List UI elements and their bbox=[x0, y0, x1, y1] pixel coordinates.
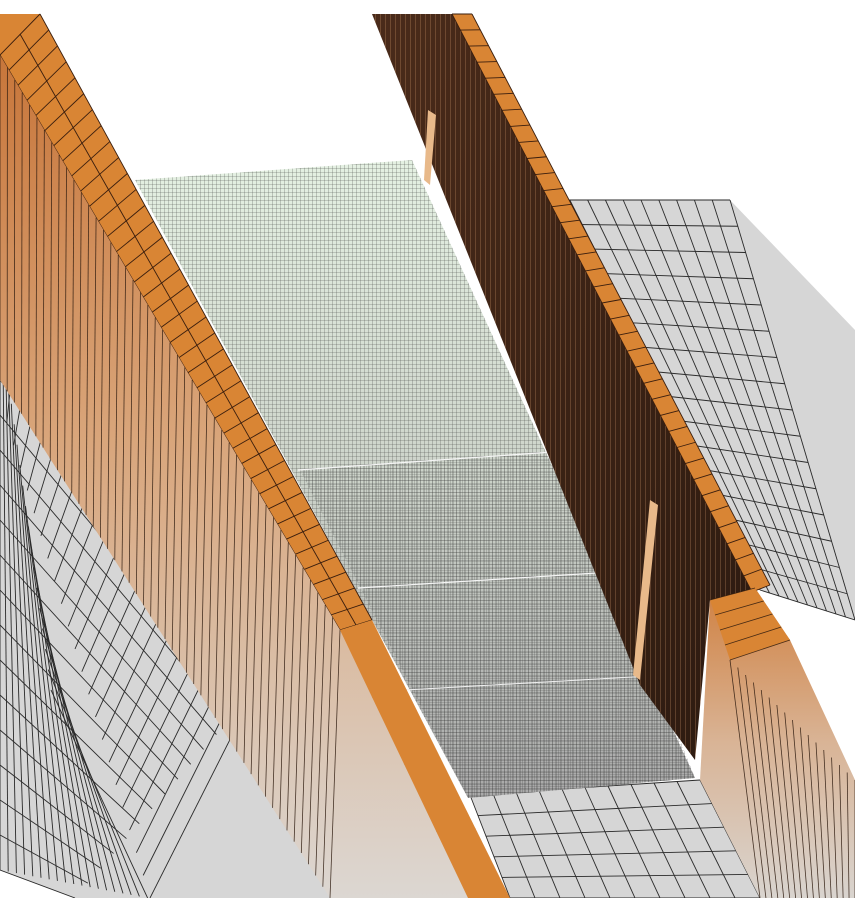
mesh-viewport[interactable] bbox=[0, 0, 855, 898]
mesh-render bbox=[0, 13, 855, 898]
